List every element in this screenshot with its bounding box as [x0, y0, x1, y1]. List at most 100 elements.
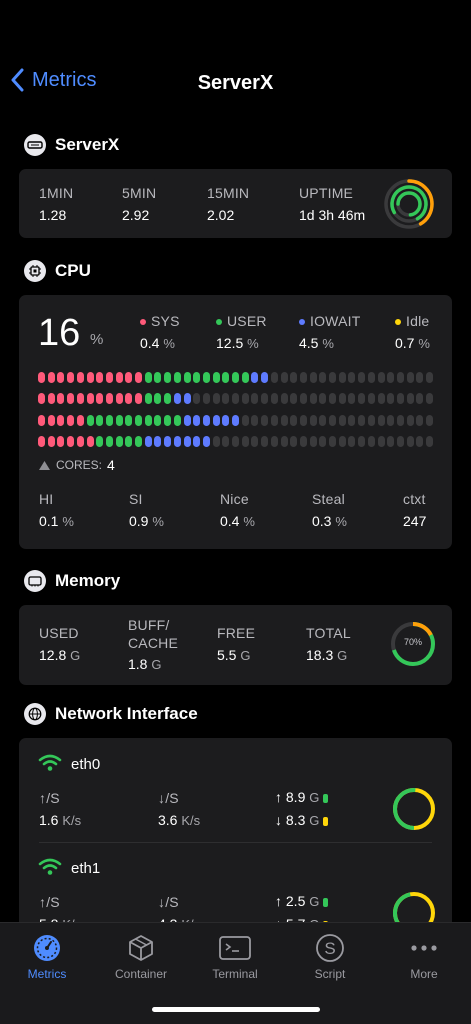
- core-bar-segment: [67, 393, 75, 404]
- cpu-card[interactable]: 16 % SYS 0.4 % USER 12.5 % IOWAIT 4.5 % …: [19, 295, 452, 549]
- cpu-nice-value: 0.4 %: [220, 513, 255, 529]
- core-bar-segment: [329, 436, 336, 447]
- core-bar-segment: [183, 436, 191, 447]
- core-bar-segment: [67, 436, 75, 447]
- core-bar-segment: [96, 393, 104, 404]
- core-bar-segment: [38, 415, 45, 426]
- cores-indicator[interactable]: CORES: 4: [39, 457, 115, 473]
- core-bar-segment: [86, 393, 94, 404]
- core-bar-segment: [222, 372, 230, 383]
- core-bar-segment: [47, 393, 55, 404]
- memory-section-header: Memory: [24, 570, 120, 592]
- core-bar-segment: [47, 415, 55, 426]
- cpu-sys-label: SYS: [140, 313, 180, 329]
- tab-script[interactable]: S Script: [283, 931, 377, 981]
- rx-legend-icon: [323, 816, 329, 826]
- core-bar-segment: [202, 436, 210, 447]
- tab-terminal[interactable]: Terminal: [188, 931, 282, 981]
- core-bar-segment: [38, 372, 45, 383]
- core-bar-segment: [377, 436, 385, 447]
- core-bar-segment: [241, 436, 249, 447]
- tab-more-label: More: [410, 967, 438, 981]
- network-header-title: Network Interface: [55, 704, 198, 723]
- core-bar-segment: [164, 415, 172, 426]
- tab-container[interactable]: Container: [94, 931, 188, 981]
- core-bar-segment: [241, 393, 249, 404]
- core-bar-segment: [193, 436, 201, 447]
- core-bar-segment: [212, 415, 220, 426]
- memory-icon: [24, 570, 46, 592]
- core-bar-segment: [396, 415, 404, 426]
- cpu-ctxt-value: 247: [403, 513, 427, 529]
- core-bar-segment: [212, 372, 220, 383]
- nav-bar: Metrics ServerX: [0, 64, 471, 104]
- more-dots-icon: [411, 945, 437, 951]
- core-bar-segment: [290, 393, 298, 404]
- core-bar-segment: [86, 415, 94, 426]
- core-bar-segment: [309, 436, 317, 447]
- eth0-up-value: 1.6 K/s: [39, 812, 82, 828]
- core-bar-segment: [358, 415, 366, 426]
- core-bar-segment: [222, 415, 230, 426]
- tab-terminal-label: Terminal: [212, 967, 258, 981]
- core-bar-segment: [338, 393, 346, 404]
- tab-metrics[interactable]: Metrics: [0, 931, 94, 981]
- core-bar-segment: [416, 393, 424, 404]
- core-bar-segment: [329, 372, 336, 383]
- idle-dot-icon: [395, 319, 401, 326]
- core-bar-segment: [105, 415, 113, 426]
- core-bar-segment: [57, 393, 65, 404]
- core-bar-segment: [280, 436, 288, 447]
- terminal-icon: [219, 936, 251, 960]
- core-bar-segment: [290, 372, 298, 383]
- core-bar-segment: [416, 415, 424, 426]
- core-bar-segment: [57, 372, 65, 383]
- core-bar-segment: [76, 372, 84, 383]
- core-bar-segment: [406, 393, 414, 404]
- core-bar-segment: [387, 393, 395, 404]
- core-bar-segment: [125, 436, 133, 447]
- memory-card[interactable]: USED 12.8 G BUFF/CACHE 1.8 G FREE 5.5 G …: [19, 605, 452, 685]
- eth1-name: eth1: [71, 860, 101, 877]
- core-bar-segment: [270, 372, 278, 383]
- network-card[interactable]: eth0 ↑/S 1.6 K/s ↓/S 3.6 K/s ↑ 8.9 G ↓ 8…: [19, 738, 452, 938]
- mem-buff-value: 1.8 G: [128, 656, 162, 672]
- core-bar-segment: [38, 393, 45, 404]
- core-bar-segment: [241, 415, 249, 426]
- core-bar-segment: [57, 436, 65, 447]
- core-bar-segment: [261, 372, 269, 383]
- eth0-name: eth0: [71, 756, 101, 773]
- cpu-chip-icon: [24, 260, 46, 282]
- load-rings-chart: [384, 179, 434, 229]
- tab-more[interactable]: More: [377, 931, 471, 981]
- core-bar-segment: [173, 393, 181, 404]
- memory-header-title: Memory: [55, 571, 121, 590]
- core-bar-segment: [426, 436, 433, 447]
- load-1min-value: 1.28: [39, 207, 67, 223]
- mem-used-label: USED: [39, 625, 79, 641]
- cpu-iowait-value: 4.5 %: [299, 335, 334, 351]
- core-bar-segment: [76, 415, 84, 426]
- server-load-card[interactable]: 1MIN 1.28 5MIN 2.92 15MIN 2.02 UPTIME 1d…: [19, 169, 452, 238]
- mem-buff-label: BUFF/CACHE: [128, 617, 179, 651]
- core-bar-segment: [193, 415, 201, 426]
- core-bar-segment: [193, 372, 201, 383]
- core-bar-segment: [183, 393, 191, 404]
- cpu-sys-value: 0.4 %: [140, 335, 175, 351]
- core-bar-segment: [426, 415, 433, 426]
- core-bar-segment: [270, 393, 278, 404]
- core-bar-segment: [105, 372, 113, 383]
- core-bar-segment: [47, 436, 55, 447]
- eth1-down-label: ↓/S: [158, 894, 179, 910]
- core-bar-segment: [329, 415, 336, 426]
- core-bar-segment: [299, 393, 307, 404]
- core-bar-segment: [96, 415, 104, 426]
- core-bar-segment: [144, 393, 152, 404]
- core-bar-segment: [222, 436, 230, 447]
- core-bar-segment: [348, 436, 356, 447]
- core-bar-segment: [270, 436, 278, 447]
- core-bar-segment: [38, 436, 45, 447]
- core-bar-segment: [358, 436, 366, 447]
- core-bar-segment: [144, 372, 152, 383]
- core-bar-segment: [96, 436, 104, 447]
